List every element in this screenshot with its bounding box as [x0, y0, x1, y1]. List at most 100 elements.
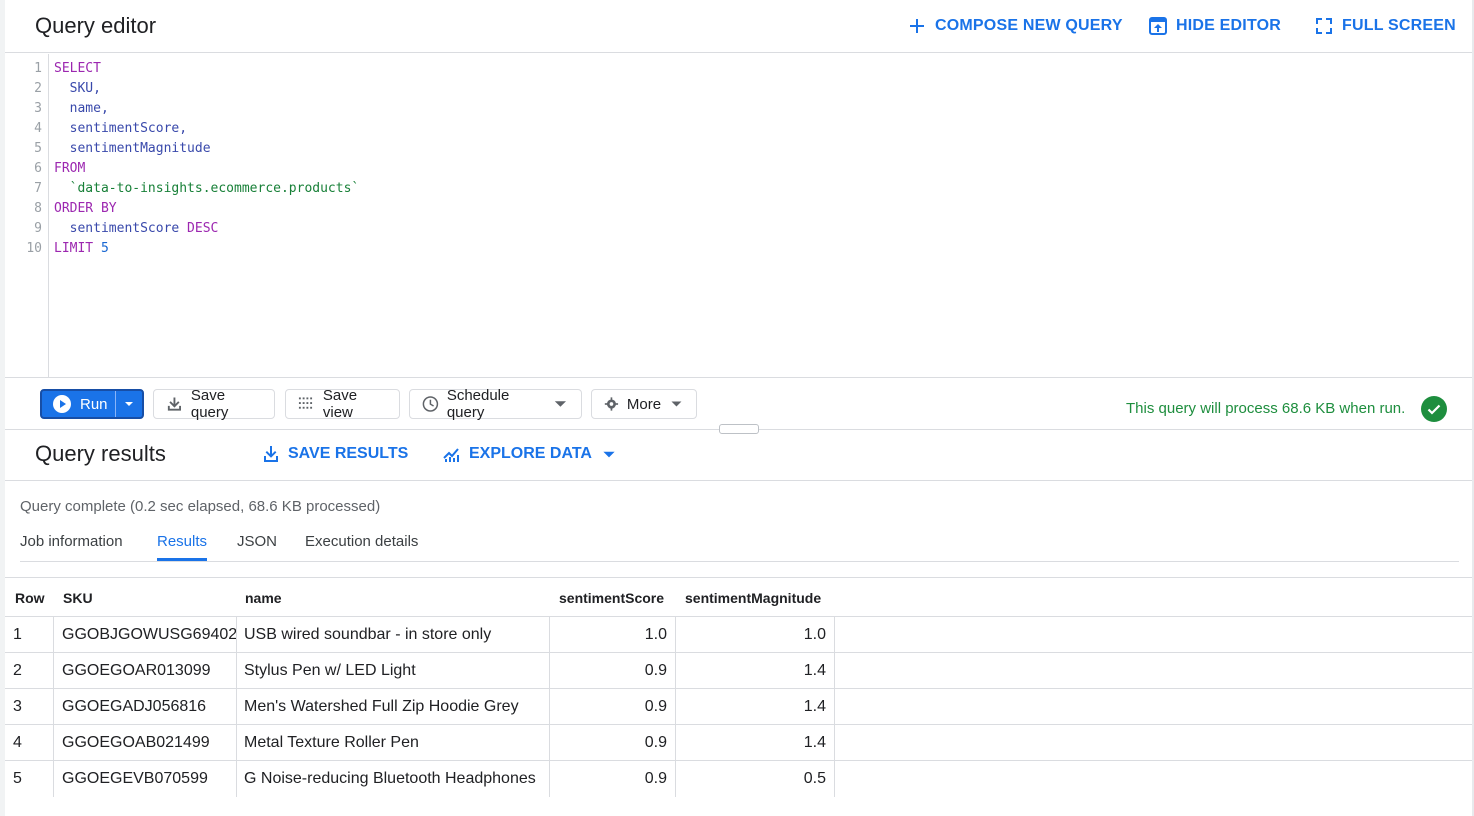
score-cell: 0.9 — [644, 770, 667, 787]
cell-divider — [834, 617, 835, 653]
results-divider — [5, 480, 1472, 481]
hide-editor-label: HIDE EDITOR — [1176, 17, 1282, 34]
magnitude-cell: 1.4 — [803, 734, 826, 751]
table-row: 5 GGOEGEVB070599 G Noise-reducing Blueto… — [5, 761, 1472, 797]
run-button[interactable]: Run — [42, 391, 116, 417]
save-results-button[interactable]: SAVE RESULTS — [262, 445, 408, 463]
compose-new-query-button[interactable]: COMPOSE NEW QUERY — [907, 16, 1123, 36]
caret-down-icon — [671, 401, 682, 407]
score-cell: 0.9 — [644, 698, 667, 715]
schedule-query-button[interactable]: Schedule query — [409, 387, 582, 421]
more-button[interactable]: More — [591, 389, 697, 419]
sku-cell: GGOEGOAB021499 — [62, 734, 210, 751]
explore-data-label: EXPLORE DATA — [469, 445, 592, 462]
download-icon — [264, 446, 278, 462]
full-screen-label: FULL SCREEN — [1342, 17, 1456, 34]
sku-cell: GGOEGADJ056816 — [62, 698, 207, 715]
row-number-cell: 4 — [13, 734, 22, 751]
cell-divider — [834, 725, 835, 761]
resize-drag-handle[interactable] — [719, 424, 759, 434]
code-line-9: sentimentScore DESC — [54, 221, 219, 236]
score-cell: 0.9 — [644, 662, 667, 679]
editor-title: Query editor — [35, 13, 157, 38]
row-number-cell: 3 — [13, 698, 22, 715]
hide-editor-button[interactable]: HIDE EDITOR — [1148, 16, 1281, 36]
cell-divider — [53, 761, 54, 797]
query-status: Query complete (0.2 sec elapsed, 68.6 KB… — [20, 498, 381, 515]
line-number: 9 — [34, 221, 42, 236]
more-label: More — [626, 395, 662, 413]
play-icon — [53, 395, 71, 413]
editor-header: Query editor COMPOSE NEW QUERY HIDE EDIT… — [5, 0, 1472, 53]
run-button-group: Run — [40, 389, 144, 419]
save-view-button[interactable]: Save view — [285, 387, 400, 421]
hide-editor-icon — [1149, 17, 1167, 35]
cell-divider — [53, 653, 54, 689]
line-number-gutter: 1 2 3 4 5 6 7 8 9 10 — [5, 54, 49, 378]
fullscreen-icon — [1316, 18, 1332, 34]
code-line-2: SKU, — [54, 81, 101, 96]
cell-divider — [236, 761, 237, 797]
cell-divider — [53, 617, 54, 653]
row-number-cell: 2 — [13, 662, 22, 679]
column-header-name: name — [245, 590, 282, 606]
sql-code-editor[interactable]: 1 2 3 4 5 6 7 8 9 10 SELECT SKU, name, s… — [5, 54, 1472, 378]
cell-divider — [53, 725, 54, 761]
tab-job-information[interactable]: Job information — [20, 533, 123, 550]
column-header-sentiment-magnitude: sentimentMagnitude — [685, 590, 822, 606]
line-number: 6 — [34, 161, 42, 176]
code-line-10: LIMIT 5 — [54, 241, 109, 256]
table-row: 2 GGOEGOAR013099 Stylus Pen w/ LED Light… — [5, 653, 1472, 689]
line-number: 3 — [34, 101, 42, 116]
line-number: 10 — [26, 241, 42, 256]
query-toolbar: Run Save query Save view Schedule query … — [5, 379, 1472, 434]
results-title: Query results — [35, 441, 166, 466]
full-screen-button[interactable]: FULL SCREEN — [1314, 16, 1456, 36]
line-number: 4 — [34, 121, 42, 136]
cell-divider — [834, 653, 835, 689]
magnitude-cell: 1.0 — [803, 626, 826, 643]
line-number: 1 — [34, 61, 42, 76]
row-number-cell: 1 — [13, 626, 22, 643]
cell-divider — [236, 617, 237, 653]
name-cell: Stylus Pen w/ LED Light — [244, 662, 416, 679]
magnitude-cell: 0.5 — [803, 770, 826, 787]
column-header-sku: SKU — [63, 590, 93, 606]
code-line-4: sentimentScore, — [54, 121, 188, 136]
results-tabs: Job information Results JSON Execution d… — [20, 530, 1459, 562]
desc-keyword-token: DESC — [179, 221, 219, 236]
save-query-button[interactable]: Save query — [153, 387, 275, 421]
download-icon — [167, 397, 181, 411]
code-line-1: SELECT — [54, 61, 101, 76]
run-options-dropdown[interactable] — [116, 398, 142, 410]
explore-data-button[interactable]: EXPLORE DATA — [443, 445, 618, 463]
name-cell: Men's Watershed Full Zip Hoodie Grey — [244, 698, 519, 715]
grid-view-icon — [298, 397, 313, 409]
name-cell: G Noise-reducing Bluetooth Headphones — [244, 770, 536, 787]
save-view-label: Save view — [322, 387, 358, 421]
sku-cell: GGOBJGOWUSG69402 — [62, 626, 238, 643]
tab-execution-details[interactable]: Execution details — [305, 533, 418, 550]
plus-icon — [910, 19, 924, 33]
code-line-3: name, — [54, 101, 109, 116]
compose-new-query-label: COMPOSE NEW QUERY — [935, 17, 1123, 34]
tab-results[interactable]: Results — [157, 533, 207, 550]
valid-check-icon — [1421, 396, 1447, 422]
table-row: 1 GGOBJGOWUSG69402 USB wired soundbar - … — [5, 617, 1472, 653]
name-cell: Metal Texture Roller Pen — [244, 734, 419, 751]
tab-json[interactable]: JSON — [237, 533, 277, 550]
table-row: 4 GGOEGOAB021499 Metal Texture Roller Pe… — [5, 725, 1472, 761]
line-number: 7 — [34, 181, 42, 196]
save-query-label: Save query — [190, 387, 229, 421]
active-tab-indicator — [157, 558, 207, 561]
cell-divider — [53, 689, 54, 725]
cell-divider — [834, 689, 835, 725]
table-header: Row SKU name sentimentScore sentimentMag… — [5, 577, 1472, 617]
caret-down-icon — [125, 402, 133, 406]
order-column-token: sentimentScore — [54, 221, 180, 236]
caret-down-icon — [554, 401, 567, 407]
sku-cell: GGOEGEVB070599 — [62, 770, 208, 787]
line-number: 5 — [34, 141, 42, 156]
limit-keyword-token: LIMIT — [54, 241, 94, 256]
score-cell: 0.9 — [644, 734, 667, 751]
